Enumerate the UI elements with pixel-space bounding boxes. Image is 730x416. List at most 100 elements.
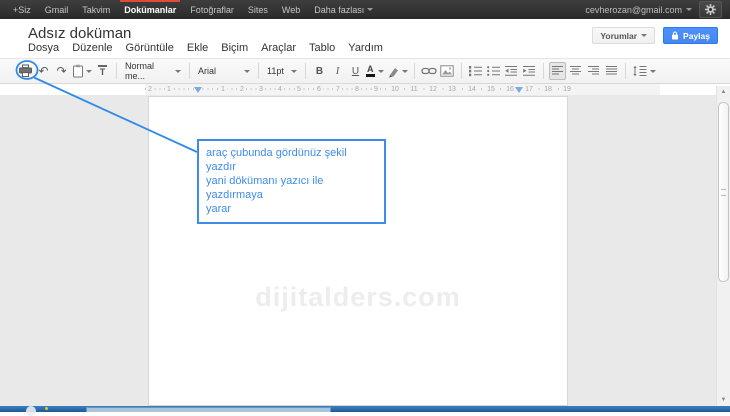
lock-icon: [671, 31, 679, 40]
align-left-icon: [551, 65, 564, 77]
topnav-gmail[interactable]: Gmail: [38, 0, 76, 19]
insert-image-button[interactable]: [439, 62, 456, 80]
account-menu[interactable]: cevherozan@gmail.com: [585, 5, 692, 15]
ruler-number: 12: [427, 85, 439, 94]
paint-format-button[interactable]: T: [94, 62, 111, 80]
menu-help[interactable]: Yardım: [348, 42, 383, 54]
redo-button[interactable]: ↷: [53, 62, 70, 80]
decrease-indent-button[interactable]: [503, 62, 520, 80]
menu-edit[interactable]: Düzenle: [72, 42, 112, 54]
highlighter-icon: [387, 65, 400, 78]
ruler-number: 4: [276, 85, 284, 94]
text-color-button[interactable]: A: [365, 62, 385, 80]
underline-button[interactable]: U: [347, 62, 364, 80]
topnav-sites[interactable]: Sites: [241, 0, 275, 19]
scroll-down-icon[interactable]: ▼: [717, 396, 730, 404]
topnav-documents[interactable]: Dokümanlar: [117, 0, 183, 19]
highlight-color-button[interactable]: [386, 62, 409, 80]
document-header: Adsız doküman Dosya Düzenle Görüntüle Ek…: [0, 19, 730, 58]
windows-taskbar: [0, 406, 730, 412]
align-right-icon: [587, 65, 600, 77]
comments-button[interactable]: Yorumlar: [592, 27, 655, 44]
scroll-up-icon[interactable]: ▲: [717, 88, 730, 96]
menu-insert[interactable]: Ekle: [187, 42, 208, 54]
toolbar-separator: [543, 63, 544, 79]
topnav-plus-you[interactable]: +Siz: [6, 0, 38, 19]
printer-icon: [18, 64, 33, 78]
outdent-icon: [504, 65, 518, 77]
ruler-number: 3: [257, 85, 265, 94]
toolbar-separator: [189, 63, 190, 79]
print-button[interactable]: [17, 62, 34, 80]
insert-link-button[interactable]: [420, 62, 438, 80]
italic-button[interactable]: I: [329, 62, 346, 80]
menu-view[interactable]: Görüntüle: [126, 42, 174, 54]
line-spacing-icon: [632, 65, 647, 77]
align-left-button[interactable]: [549, 62, 566, 80]
ruler-number: 5: [295, 85, 303, 94]
callout-line: araç çubunda gördünüz şekil yazdır: [206, 146, 379, 174]
justify-button[interactable]: [603, 62, 620, 80]
align-right-button[interactable]: [585, 62, 602, 80]
topnav-more[interactable]: Daha fazlası: [307, 0, 380, 19]
line-spacing-button[interactable]: [631, 62, 657, 80]
right-indent-marker[interactable]: [515, 87, 523, 93]
ruler-number: 1: [165, 85, 173, 94]
styles-value: Normal me...: [125, 61, 170, 81]
toolbar-separator: [461, 63, 462, 79]
menu-format[interactable]: Biçim: [221, 42, 248, 54]
menu-bar: Dosya Düzenle Görüntüle Ekle Biçim Araçl…: [28, 42, 383, 54]
font-select[interactable]: Arial: [195, 62, 253, 80]
settings-button[interactable]: [699, 1, 722, 18]
ruler: 2 1 1 2 3 4 5 6 7 8 9 10 11 12 13 14 15 …: [145, 84, 660, 95]
underline-icon: U: [352, 66, 359, 77]
toolbar-separator: [258, 63, 259, 79]
align-center-icon: [569, 65, 582, 77]
ruler-number: 10: [389, 85, 401, 94]
chevron-down-icon: [402, 70, 408, 73]
styles-select[interactable]: Normal me...: [122, 62, 184, 80]
text-color-icon: A: [366, 65, 375, 77]
undo-button[interactable]: ↶: [35, 62, 52, 80]
paint-format-icon: T: [98, 65, 108, 77]
menu-table[interactable]: Tablo: [309, 42, 335, 54]
topnav-web[interactable]: Web: [275, 0, 307, 19]
document-title[interactable]: Adsız doküman: [28, 25, 131, 42]
ruler-number: 17: [523, 85, 535, 94]
menu-tools[interactable]: Araçlar: [261, 42, 296, 54]
ruler-number: 9: [372, 85, 380, 94]
left-indent-marker[interactable]: [194, 87, 202, 93]
bold-button[interactable]: B: [311, 62, 328, 80]
google-top-bar: +Siz Gmail Takvim Dokümanlar Fotoğraflar…: [0, 0, 730, 19]
clipboard-icon: [72, 64, 84, 78]
web-clipboard-button[interactable]: [71, 62, 93, 80]
font-size-select[interactable]: 11pt: [264, 62, 300, 80]
indent-icon: [522, 65, 536, 77]
bulleted-list-button[interactable]: [485, 62, 502, 80]
font-size-value: 11pt: [267, 66, 284, 76]
editor-toolbar: ↶ ↷ T Normal me... Arial 11pt B I U A: [0, 58, 730, 84]
topnav-calendar[interactable]: Takvim: [75, 0, 117, 19]
gear-icon: [704, 3, 717, 16]
increase-indent-button[interactable]: [521, 62, 538, 80]
ruler-number: 11: [408, 85, 419, 94]
start-orb-icon[interactable]: [26, 406, 36, 416]
font-value: Arial: [198, 66, 216, 76]
ruler-number: 13: [446, 85, 458, 94]
toolbar-separator: [414, 63, 415, 79]
chevron-down-icon: [378, 70, 384, 73]
link-icon: [421, 66, 437, 76]
taskbar-task-button[interactable]: [86, 407, 331, 412]
scrollbar-thumb[interactable]: [718, 102, 729, 282]
numbered-list-button[interactable]: [467, 62, 484, 80]
menu-file[interactable]: Dosya: [28, 42, 59, 54]
ruler-number: 18: [542, 85, 554, 94]
topnav-photos[interactable]: Fotoğraflar: [183, 0, 241, 19]
ruler-number: 19: [561, 85, 573, 94]
undo-icon: ↶: [38, 65, 48, 77]
bold-icon: B: [316, 66, 323, 77]
vertical-scrollbar[interactable]: ▲ ▼: [716, 86, 730, 406]
chevron-down-icon: [291, 70, 297, 73]
share-button[interactable]: Paylaş: [663, 27, 718, 44]
align-center-button[interactable]: [567, 62, 584, 80]
